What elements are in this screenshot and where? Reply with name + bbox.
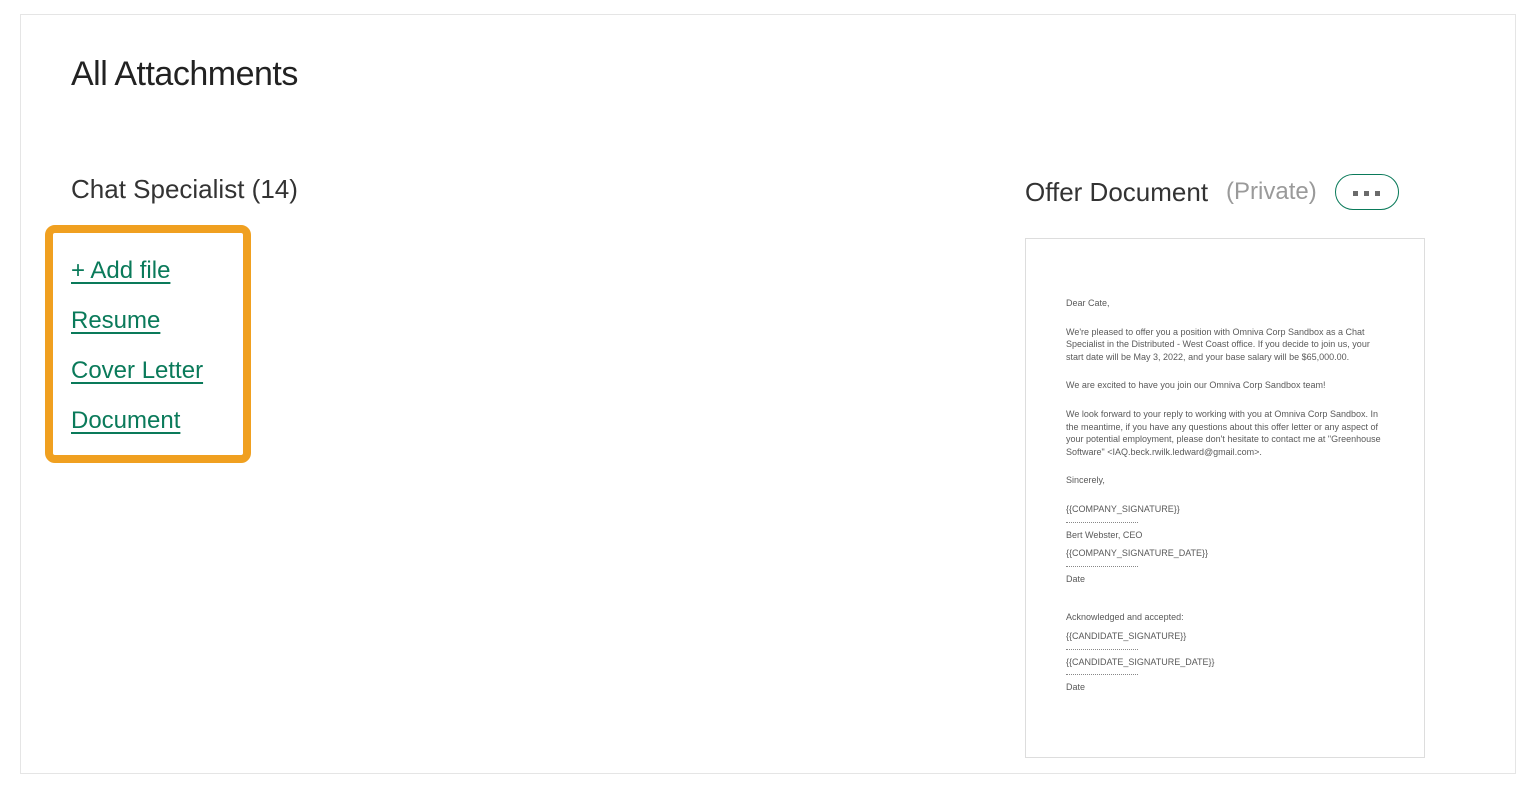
doc-company-signature: {{COMPANY_SIGNATURE}} xyxy=(1066,503,1384,516)
offer-header: Offer Document (Private) xyxy=(1025,174,1465,210)
signature-line xyxy=(1066,649,1138,650)
attachments-left-column: Chat Specialist (14) + Add file Resume C… xyxy=(71,174,985,758)
file-document-link[interactable]: Document xyxy=(71,407,203,435)
doc-candidate-signature: {{CANDIDATE_SIGNATURE}} xyxy=(1066,630,1384,643)
signature-line xyxy=(1066,674,1138,675)
file-resume-link[interactable]: Resume xyxy=(71,307,203,335)
offer-document-title: Offer Document xyxy=(1025,177,1208,208)
columns: Chat Specialist (14) + Add file Resume C… xyxy=(71,174,1465,758)
add-file-button[interactable]: + Add file xyxy=(71,257,203,285)
doc-sincerely: Sincerely, xyxy=(1066,474,1384,487)
page-title: All Attachments xyxy=(71,55,1465,94)
attachments-panel: All Attachments Chat Specialist (14) + A… xyxy=(20,14,1516,774)
doc-greeting: Dear Cate, xyxy=(1066,297,1384,310)
signature-line xyxy=(1066,566,1138,567)
signature-line xyxy=(1066,522,1138,523)
offer-document-column: Offer Document (Private) Dear Cate, We'r… xyxy=(1025,174,1465,758)
doc-date-label: Date xyxy=(1066,681,1384,694)
file-cover-letter-link[interactable]: Cover Letter xyxy=(71,357,203,385)
job-heading: Chat Specialist (14) xyxy=(71,174,985,205)
doc-paragraph: We're pleased to offer you a position wi… xyxy=(1066,326,1384,364)
private-label: (Private) xyxy=(1226,178,1317,206)
job-count: (14) xyxy=(252,174,298,204)
doc-paragraph: We look forward to your reply to working… xyxy=(1066,408,1384,458)
job-title: Chat Specialist xyxy=(71,174,244,204)
doc-paragraph: We are excited to have you join our Omni… xyxy=(1066,379,1384,392)
doc-company-signature-date: {{COMPANY_SIGNATURE_DATE}} xyxy=(1066,547,1384,560)
offer-document-preview[interactable]: Dear Cate, We're pleased to offer you a … xyxy=(1025,238,1425,758)
doc-ack: Acknowledged and accepted: xyxy=(1066,611,1384,624)
ellipsis-icon xyxy=(1350,183,1383,201)
file-links-highlight: + Add file Resume Cover Letter Document xyxy=(45,225,251,463)
doc-date-label: Date xyxy=(1066,573,1384,586)
doc-signer-name: Bert Webster, CEO xyxy=(1066,529,1384,542)
more-options-button[interactable] xyxy=(1335,174,1399,210)
doc-candidate-signature-date: {{CANDIDATE_SIGNATURE_DATE}} xyxy=(1066,656,1384,669)
